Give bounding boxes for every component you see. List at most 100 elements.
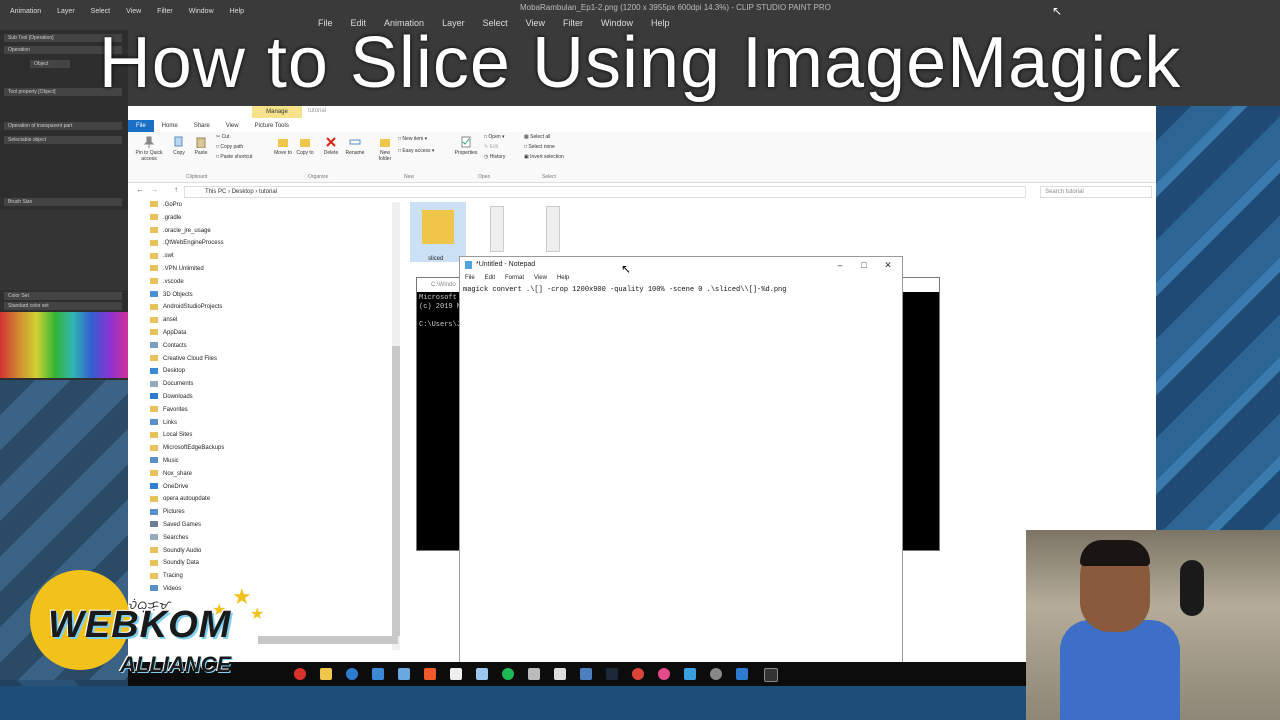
breadcrumb-desktop[interactable]: Desktop [232,189,254,195]
image-file-thumbnail[interactable] [490,206,504,252]
nav-item[interactable]: .vscode [150,277,184,288]
nav-item[interactable]: .gradle [150,213,181,224]
steam-icon[interactable] [606,668,618,680]
new-folder-button[interactable]: New folder [374,136,396,162]
nav-item[interactable]: Searches [150,533,188,544]
nav-item[interactable]: Documents [150,379,193,390]
tab-manage[interactable]: Manage [252,106,302,118]
panel-row[interactable]: Standard color set [4,302,122,310]
panel-row[interactable]: Operation of transparent part [4,122,122,130]
app-icon[interactable] [658,668,670,680]
notepad-text-area[interactable]: magick convert .\[] -crop 1200x900 -qual… [463,286,786,294]
nav-item[interactable]: AppData [150,328,186,339]
pin-quick-access-button[interactable]: Pin to Quick access [132,136,166,162]
nav-item[interactable]: Soundly Audio [150,546,201,557]
nav-item[interactable]: MicrosoftEdgeBackups [150,443,224,454]
color-palette[interactable] [0,312,128,378]
nav-scrollbar-thumb[interactable] [392,346,400,636]
tab-home[interactable]: Home [154,120,186,132]
forward-arrow-icon[interactable]: → [150,185,158,194]
menu-item[interactable]: Layer [57,8,75,22]
brush-size-panel[interactable] [0,210,128,290]
nav-item[interactable]: OneDrive [150,482,188,493]
cut-button[interactable]: ✂ Cut [216,134,229,140]
nav-item[interactable]: Tracing [150,571,183,582]
tab-file[interactable]: File [128,120,154,132]
brave-icon[interactable] [424,668,436,680]
app-icon[interactable] [294,668,306,680]
paste-button[interactable]: Paste [192,136,210,156]
up-arrow-icon[interactable]: ↑ [174,185,178,194]
tab-share[interactable]: Share [186,120,218,132]
address-bar[interactable]: This PC › Desktop › tutorial [184,186,1026,198]
nav-item[interactable]: Saved Games [150,520,201,531]
horizontal-scrollbar-thumb[interactable] [258,636,398,644]
panel-row[interactable]: Selectable object [4,136,122,144]
breadcrumb-tutorial[interactable]: tutorial [259,189,277,195]
nav-item[interactable]: 3D Objects [150,290,193,301]
menu-item[interactable]: Help [230,8,244,22]
easy-access-button[interactable]: □ Easy access ▾ [398,148,434,154]
history-button[interactable]: ◷ History [484,154,505,160]
select-all-button[interactable]: ▦ Select all [524,134,550,140]
nav-item[interactable]: Soundly Data [150,558,199,569]
tab-picture-tools[interactable]: Picture Tools [247,120,297,132]
nav-item[interactable]: Nox_share [150,469,192,480]
properties-button[interactable]: Properties [452,136,480,156]
nav-item[interactable]: Videos [150,584,181,595]
nav-item[interactable]: .swt [150,251,174,262]
paste-shortcut-button[interactable]: □ Paste shortcut [216,154,252,160]
edge-icon[interactable] [346,668,358,680]
image-file-thumbnail[interactable] [546,206,560,252]
vscode-icon[interactable] [736,668,748,680]
new-item-button[interactable]: □ New item ▾ [398,136,427,142]
nav-item[interactable]: .VPN Unlimited [150,264,204,275]
menu-help[interactable]: Help [552,273,574,283]
menu-item[interactable]: View [126,8,141,22]
app-icon[interactable] [684,668,696,680]
maximize-icon[interactable]: □ [852,257,876,273]
app-icon[interactable] [398,668,410,680]
nav-item[interactable]: Local Sites [150,430,192,441]
move-to-button[interactable]: Move to [274,136,292,156]
app-icon[interactable] [554,668,566,680]
select-none-button[interactable]: □ Select none [524,144,555,150]
menu-item[interactable]: Select [91,8,110,22]
app-icon[interactable] [710,668,722,680]
nav-item[interactable]: ansel [150,315,177,326]
menu-item[interactable]: Filter [157,8,173,22]
menu-item[interactable]: Animation [10,8,41,22]
open-button[interactable]: □ Open ▾ [484,134,505,140]
app-icon[interactable] [580,668,592,680]
menu-format[interactable]: Format [500,273,529,283]
folder-item-sliced[interactable] [410,202,466,262]
copy-button[interactable]: Copy [170,136,188,156]
menu-edit[interactable]: Edit [480,273,500,283]
copy-to-button[interactable]: Copy to [296,136,314,156]
close-icon[interactable]: ✕ [876,257,900,273]
notepad-taskbar-icon[interactable] [476,668,488,680]
nav-item[interactable]: Favorites [150,405,188,416]
copy-path-button[interactable]: □ Copy path [216,144,243,150]
spotify-icon[interactable] [502,668,514,680]
nav-item[interactable]: Downloads [150,392,193,403]
file-explorer-icon[interactable] [320,668,332,680]
invert-selection-button[interactable]: ▣ Invert selection [524,154,564,160]
store-icon[interactable] [372,668,384,680]
nav-item[interactable]: Music [150,456,179,467]
menu-view[interactable]: View [529,273,552,283]
nav-item[interactable]: .GoPro [150,200,182,211]
search-input[interactable]: Search tutorial [1040,186,1152,198]
chrome-icon[interactable] [632,668,644,680]
notepad-titlebar[interactable]: *Untitled - Notepad – □ ✕ [460,257,902,273]
document-icon[interactable] [450,668,462,680]
edit-button[interactable]: ✎ Edit [484,144,498,150]
delete-button[interactable]: Delete [320,136,342,156]
nav-item[interactable]: AndroidStudioProjects [150,302,222,313]
nav-item[interactable]: Links [150,418,177,429]
nav-item[interactable]: Desktop [150,366,185,377]
nav-item[interactable]: .oracle_jre_usage [150,226,211,237]
nav-item[interactable]: Pictures [150,507,185,518]
breadcrumb-this-pc[interactable]: This PC [185,189,226,195]
terminal-icon[interactable] [764,668,778,682]
